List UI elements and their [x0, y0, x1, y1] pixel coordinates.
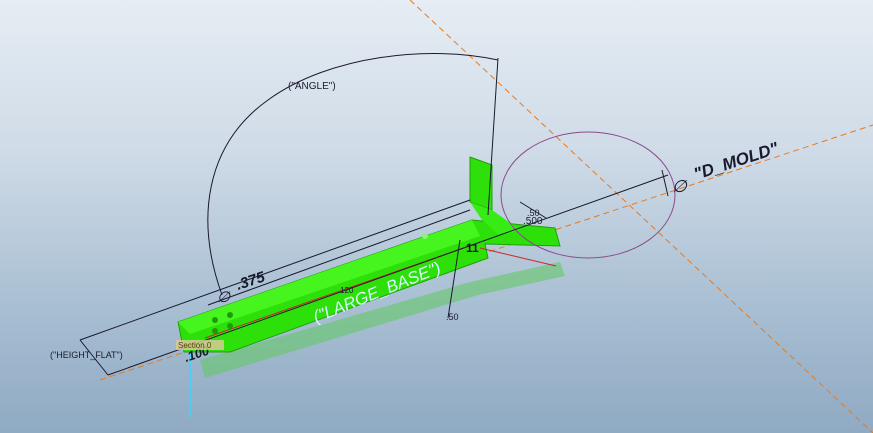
part-vertex-marker[interactable]: [422, 233, 428, 239]
height-flat-label[interactable]: ("HEIGHT_FLAT"): [50, 350, 123, 360]
dimension-11[interactable]: 11: [466, 241, 479, 255]
section-label[interactable]: Section 0: [178, 341, 212, 350]
diameter-symbol: ∅: [672, 177, 688, 196]
dimension-50-top[interactable]: .50: [527, 208, 540, 218]
d-mold-extension: [661, 169, 669, 197]
angle-extension-line: [487, 57, 499, 216]
part-hole: [212, 317, 218, 323]
dimension-50-bottom[interactable]: .50: [446, 312, 459, 322]
model-viewport[interactable]: ("ANGLE") ∅ "D_MOLD" .375 ∅ ("HEIGHT_FLA…: [0, 0, 873, 433]
d-mold-label[interactable]: "D_MOLD": [691, 138, 781, 184]
part-hole: [227, 312, 233, 318]
model-canvas[interactable]: ("ANGLE") ∅ "D_MOLD" .375 ∅ ("HEIGHT_FLA…: [0, 0, 873, 433]
part-hole: [212, 328, 218, 334]
dimension-375-diameter-symbol: ∅: [217, 289, 231, 306]
dimension-375[interactable]: .375: [234, 268, 268, 293]
part-hole: [227, 323, 233, 329]
part-edge-highlight-2: [479, 247, 557, 267]
angle-label[interactable]: ("ANGLE"): [288, 81, 336, 92]
datum-axis-diagonal[interactable]: [409, 0, 873, 433]
